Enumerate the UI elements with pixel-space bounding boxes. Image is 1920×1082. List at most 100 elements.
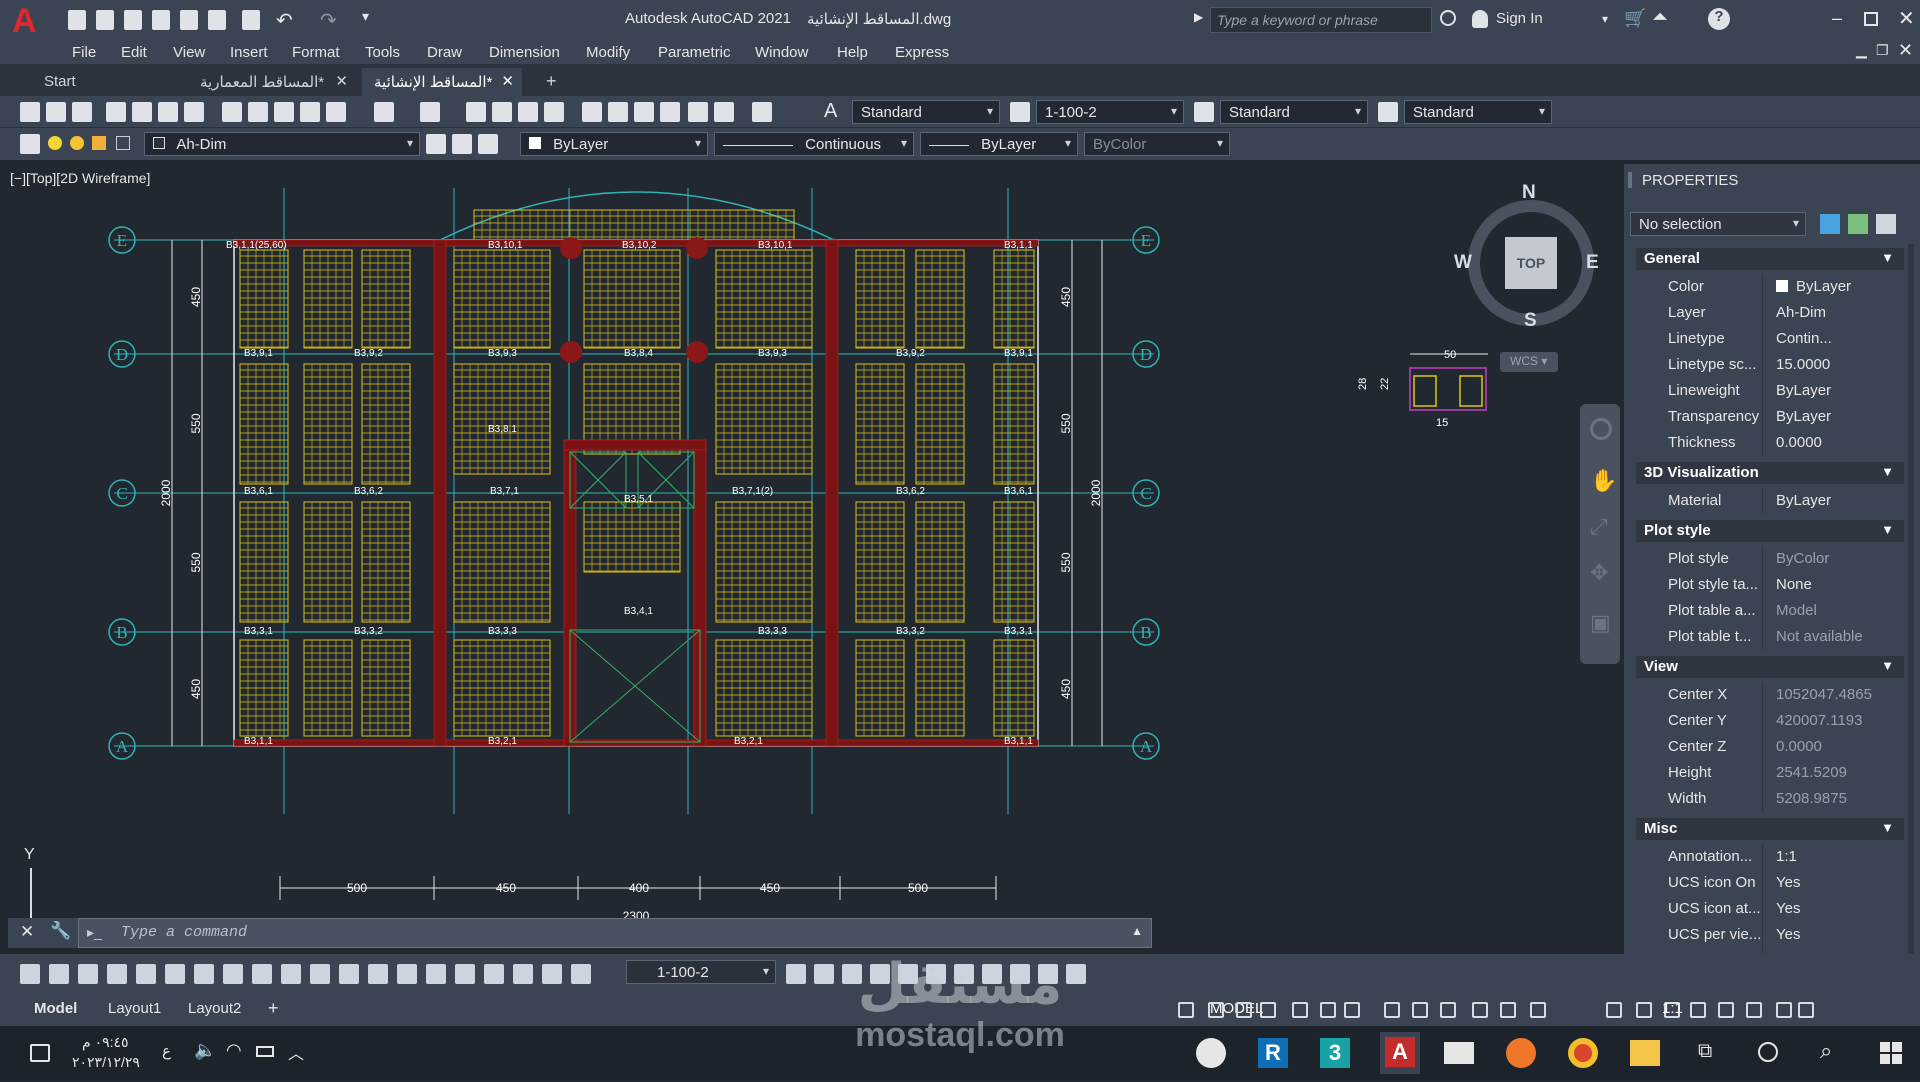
menu-edit[interactable]: Edit [121,44,147,61]
mail-icon[interactable] [1444,1042,1474,1064]
plot-icon[interactable] [242,10,260,30]
clock-date[interactable]: ٢٠٢٣/١٢/٢٩ [72,1054,140,1071]
autocad-taskbar-icon[interactable]: A [1380,1032,1420,1074]
doc-minimize-icon[interactable]: ▁ [1856,42,1867,59]
menu-insert[interactable]: Insert [230,44,268,61]
qnew-icon[interactable] [20,102,40,122]
palette-grip[interactable] [1628,172,1632,188]
compass-south[interactable]: S [1524,310,1537,332]
annotation-scale[interactable]: 1:1 [1662,1000,1683,1017]
save-icon[interactable] [124,10,142,30]
property-value[interactable]: 5208.9875 [1776,790,1847,807]
input-language[interactable]: ع [162,1042,171,1060]
new-tab-icon[interactable]: + [538,68,570,96]
section-general[interactable]: General ▼ [1636,248,1904,270]
arc-length-icon[interactable] [78,964,98,984]
new-icon[interactable] [68,10,86,30]
polar-toggle-icon[interactable] [1292,1002,1308,1018]
sign-in-dropdown-icon[interactable]: ▾ [1602,12,1608,26]
collapse-icon[interactable]: ▼ [1881,522,1894,537]
tab-structural-plans[interactable]: المساقط الإنشائية* ✕ [362,68,522,96]
section-view[interactable]: View ▼ [1636,656,1904,678]
grid-toggle-icon[interactable] [1178,1002,1194,1018]
property-row[interactable]: Annotation... 1:1 [1636,844,1904,870]
viewcube-top-face[interactable]: TOP [1505,237,1557,289]
command-customize-icon[interactable]: 🔧 [50,921,71,941]
annotation-scale-menu-toggle-icon[interactable] [1530,1002,1546,1018]
dim-break-icon[interactable] [368,964,388,984]
dim-style-icon[interactable] [786,964,806,984]
ortho-toggle-icon[interactable] [1260,1002,1276,1018]
add-layout-icon[interactable]: + [268,998,279,1019]
showmotion-icon[interactable]: ▣ [1590,610,1611,636]
isodraft-toggle-icon[interactable] [1344,1002,1360,1018]
property-value[interactable]: 0.0000 [1776,738,1822,755]
object-snap-toggle-icon[interactable] [1412,1002,1428,1018]
aligned-dim-icon[interactable] [49,964,69,984]
tolerance-icon[interactable] [397,964,417,984]
wifi-icon[interactable]: ◠ [226,1040,242,1061]
quick-select-icon[interactable] [1876,214,1896,234]
pan-icon[interactable] [466,102,486,122]
dim-text-edit-icon[interactable] [542,964,562,984]
property-value[interactable]: 1052047.4865 [1776,686,1872,703]
property-value[interactable]: ByLayer [1776,382,1831,399]
doc-restore-icon[interactable]: ❐ [1876,42,1889,59]
polar-menu-toggle-icon[interactable] [1320,1002,1336,1018]
tab-close-icon[interactable]: ✕ [501,72,514,90]
clock-time[interactable]: ٠٩:٤٥ م [82,1034,129,1051]
quick-properties-toggle-icon[interactable] [1690,1002,1706,1018]
help-icon[interactable]: ? [1708,8,1730,30]
sheet-set-icon[interactable] [660,102,680,122]
jogged-icon[interactable] [165,964,185,984]
object-snap-tracking-toggle-icon[interactable] [1384,1002,1400,1018]
lock-icon[interactable] [92,136,106,150]
user-icon[interactable] [1472,10,1488,28]
firefox-icon[interactable] [1506,1038,1536,1068]
search-expand-icon[interactable]: ▶ [1194,10,1203,24]
publish-icon[interactable] [158,102,178,122]
hardware-acceleration-toggle-icon[interactable] [1746,1002,1762,1018]
collapse-icon[interactable]: ▼ [1881,658,1894,673]
linetype-select[interactable]: Continuous ▾ [714,132,914,156]
dim-style-icon[interactable] [1010,102,1030,122]
undo-icon[interactable]: ↶ [276,8,293,33]
zoom-extents-icon[interactable]: ⤢ [1590,514,1608,540]
autodesk-a360-icon[interactable]: ⏶ [1652,6,1668,29]
zoom-realtime-icon[interactable] [492,102,512,122]
property-row[interactable]: Linetype sc... 15.0000 [1636,352,1904,378]
baseline-icon[interactable] [281,964,301,984]
command-close-icon[interactable]: ✕ [20,922,34,942]
lineweight-select[interactable]: ByLayer ▾ [920,132,1078,156]
property-value[interactable]: Yes [1776,926,1800,943]
continue-icon[interactable] [310,964,330,984]
redo-icon[interactable] [420,102,440,122]
bottom-dim-style-select[interactable]: 1-100-2 ▾ [626,960,776,984]
task-view-icon[interactable]: ⧉ [1698,1040,1712,1063]
steering-wheel-icon[interactable] [1590,418,1612,440]
menu-tools[interactable]: Tools [365,44,400,61]
property-value[interactable]: ByLayer [1776,278,1851,295]
clean-screen-toggle-icon[interactable] [1776,1002,1792,1018]
annotation-visibility-toggle-icon[interactable] [1472,1002,1488,1018]
properties-icon[interactable] [582,102,602,122]
mleader-style-icon[interactable] [1378,102,1398,122]
compass-north[interactable]: N [1522,182,1536,204]
close-icon[interactable]: ✕ [1898,6,1915,31]
previous-layer-icon[interactable] [452,134,472,154]
property-value[interactable]: ByLayer [1776,492,1831,509]
property-row[interactable]: Center Y 420007.1193 [1636,708,1904,734]
workspace-toggle-icon[interactable] [1606,1002,1622,1018]
minimize-icon[interactable]: – [1832,8,1842,29]
color-select[interactable]: ByLayer ▾ [520,132,708,156]
cart-icon[interactable]: 🛒 [1624,8,1646,29]
open-web-icon[interactable] [180,10,198,30]
property-row[interactable]: Linetype Contin... [1636,326,1904,352]
property-row[interactable]: Material ByLayer [1636,488,1904,514]
notification-center-icon[interactable] [30,1044,50,1062]
auto-scale-toggle-icon[interactable] [1500,1002,1516,1018]
menu-dimension[interactable]: Dimension [489,44,560,61]
layout-tab-layout2[interactable]: Layout2 [188,1000,241,1017]
maximize-icon[interactable] [1864,12,1878,26]
copy-base-icon[interactable] [326,102,346,122]
